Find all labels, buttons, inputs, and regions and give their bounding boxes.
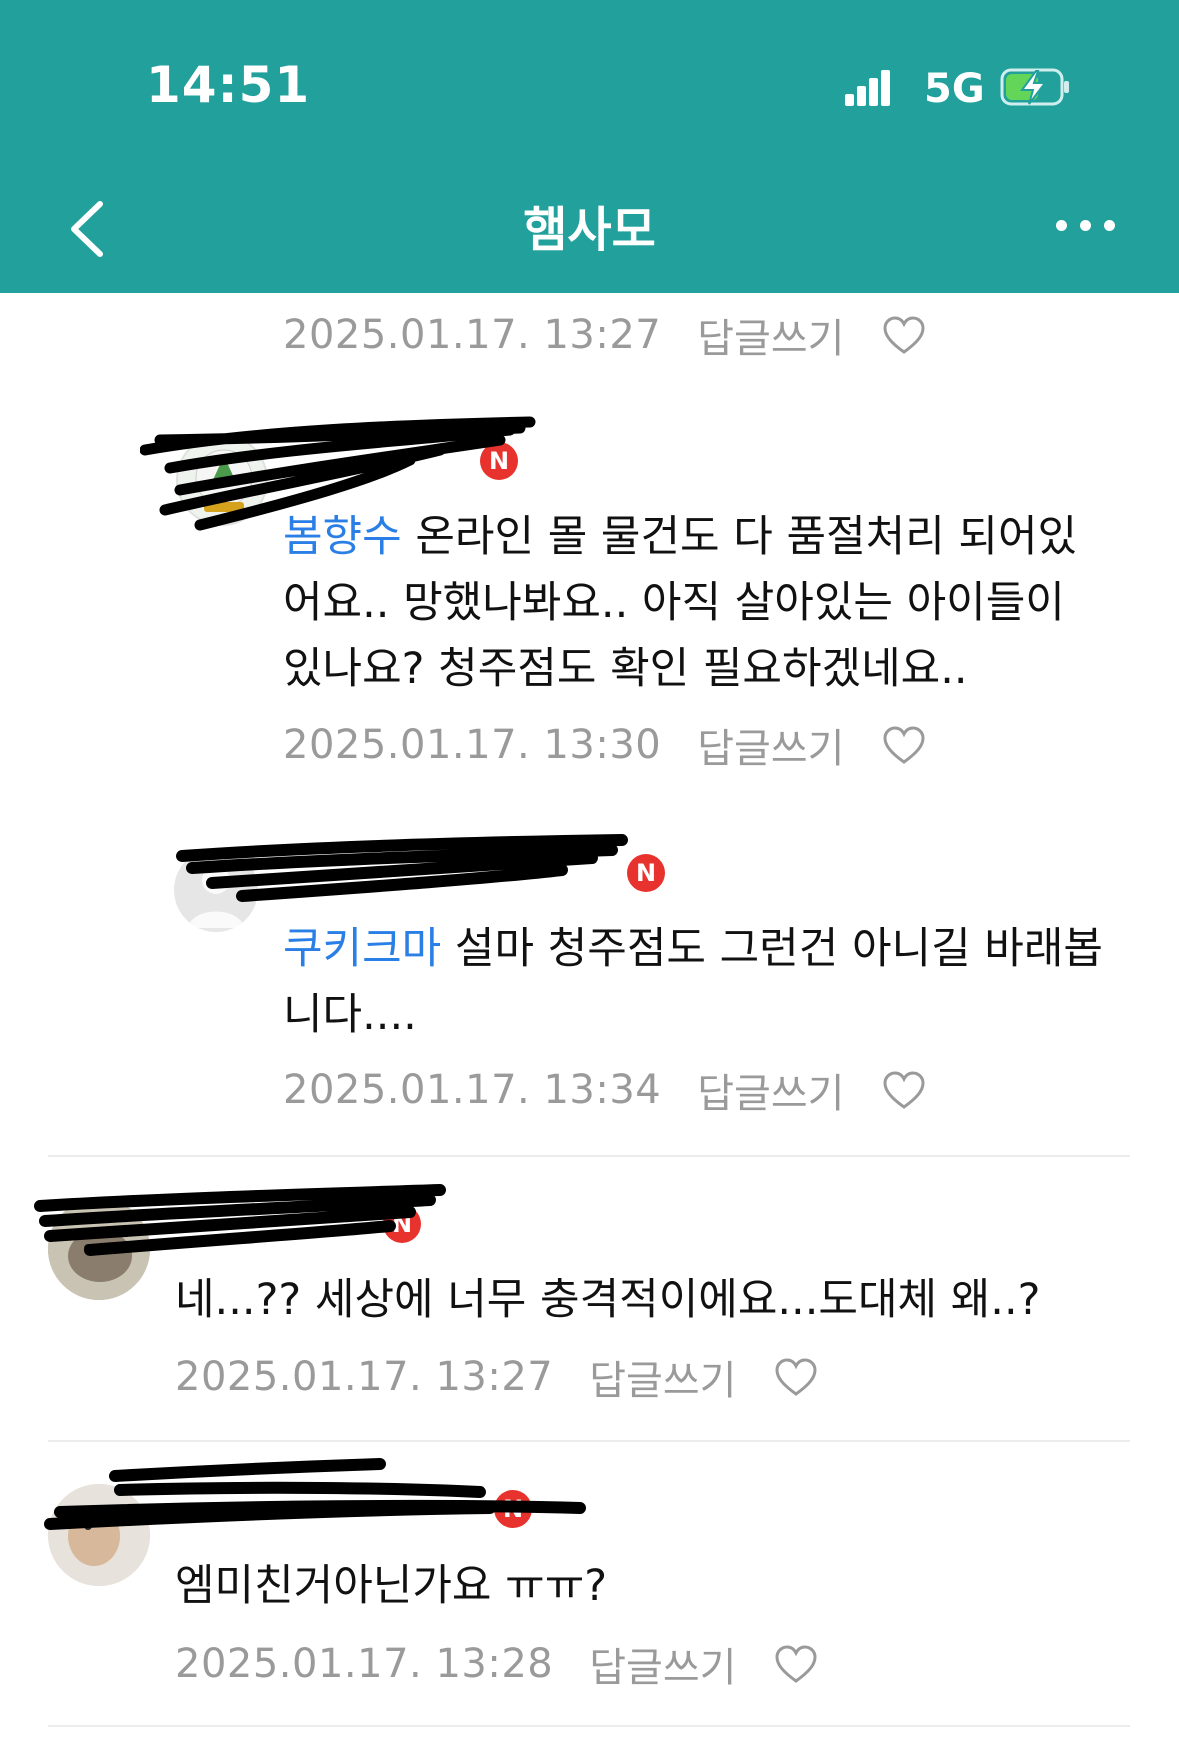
heart-icon[interactable] <box>774 1644 818 1684</box>
divider <box>48 1440 1130 1442</box>
heart-icon[interactable] <box>882 725 926 765</box>
new-badge: N <box>627 854 665 892</box>
mention-name[interactable]: 쿠키크마 <box>283 924 441 974</box>
divider <box>48 1155 1130 1157</box>
page-title: 햄사모 <box>523 202 656 258</box>
reply-button[interactable]: 답글쓰기 <box>589 1635 736 1693</box>
reply-button[interactable]: 답글쓰기 <box>589 1348 736 1406</box>
comment-text: 쿠키크마 설마 청주점도 그런건 아니길 바래봅 니다.... <box>283 924 1103 1040</box>
heart-icon[interactable] <box>882 1070 926 1110</box>
comment-meta: 2025.01.17. 13:30 답글쓰기 <box>283 716 926 774</box>
reply-button[interactable]: 답글쓰기 <box>697 306 844 364</box>
comment-meta: 2025.01.17. 13:27 답글쓰기 <box>283 306 926 364</box>
reply-button[interactable]: 답글쓰기 <box>697 716 844 774</box>
comment-date: 2025.01.17. 13:30 <box>283 722 662 768</box>
comment-meta: 2025.01.17. 13:34 답글쓰기 <box>283 1061 926 1119</box>
comment-date: 2025.01.17. 13:27 <box>175 1354 554 1400</box>
more-dots-icon[interactable] <box>1056 218 1116 234</box>
redaction-scribble <box>44 1458 586 1530</box>
app-header: 14:51 5G 햄사모 <box>0 0 1179 293</box>
comment-date: 2025.01.17. 13:27 <box>283 312 662 358</box>
heart-icon[interactable] <box>882 315 926 355</box>
battery-charging-icon <box>1000 68 1069 106</box>
comment-date: 2025.01.17. 13:34 <box>283 1067 662 1113</box>
divider <box>48 1725 1130 1727</box>
comment-text: 봄향수 온라인 몰 물건도 다 품절처리 되어있 어요.. 망했나봐요.. 아직… <box>283 512 1078 694</box>
network-label: 5G <box>924 66 985 112</box>
redaction-scribble <box>176 834 628 902</box>
signal-icon <box>845 70 891 106</box>
heart-icon[interactable] <box>774 1357 818 1397</box>
comment-date: 2025.01.17. 13:28 <box>175 1641 554 1687</box>
comment-meta: 2025.01.17. 13:28 답글쓰기 <box>175 1635 818 1693</box>
reply-button[interactable]: 답글쓰기 <box>697 1061 844 1119</box>
mention-name[interactable]: 봄향수 <box>283 512 402 562</box>
redaction-scribble <box>34 1184 446 1256</box>
comment-text: 네...?? 세상에 너무 충격적이에요...도대체 왜..? <box>175 1275 1041 1325</box>
comment-meta: 2025.01.17. 13:27 답글쓰기 <box>175 1348 818 1406</box>
status-time: 14:51 <box>146 56 311 114</box>
comment-text: 엠미친거아닌가요 ㅠㅠ? <box>175 1561 608 1611</box>
